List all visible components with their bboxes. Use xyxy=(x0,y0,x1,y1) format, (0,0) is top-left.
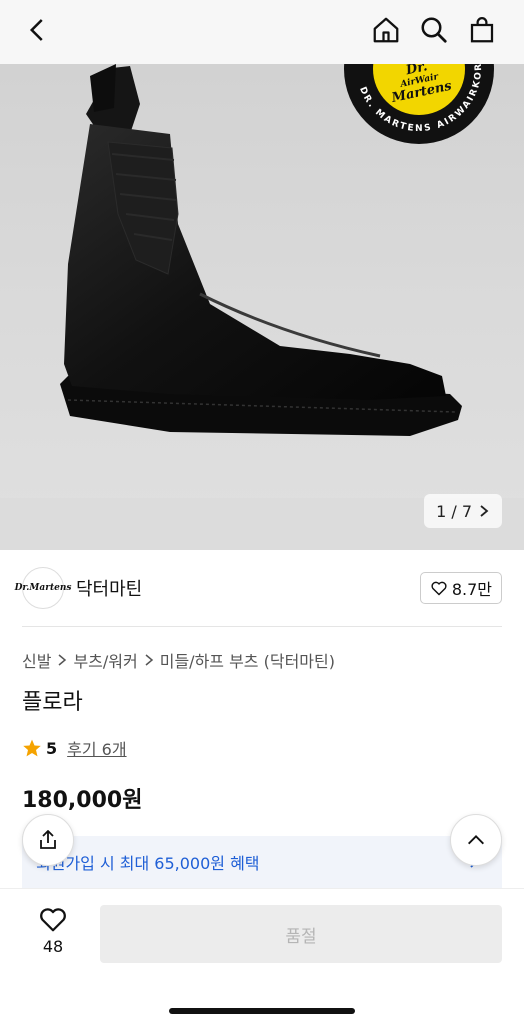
soldout-button[interactable]: 품절 xyxy=(100,905,502,963)
brand-row[interactable]: Dr.Martens 닥터마틴 8.7만 xyxy=(15,566,502,610)
signup-benefit-banner[interactable]: 회원가입 시 최대 65,000원 혜택 xyxy=(22,836,502,888)
home-icon xyxy=(373,17,399,43)
breadcrumb-item-shoes[interactable]: 신발 xyxy=(22,648,51,672)
search-icon xyxy=(421,17,447,43)
product-title: 플로라 xyxy=(22,690,83,715)
chevron-right-icon xyxy=(145,654,153,666)
home-button[interactable] xyxy=(368,12,404,48)
brand-logo: Dr.Martens xyxy=(15,567,71,609)
image-counter[interactable]: 1 / 7 xyxy=(424,494,502,528)
brand-like-count: 8.7만 xyxy=(451,580,492,599)
chevron-right-icon xyxy=(58,654,67,666)
share-button[interactable] xyxy=(22,814,74,866)
rating-row[interactable]: 5 후기 6개 xyxy=(22,736,127,760)
heart-icon xyxy=(40,908,66,932)
scroll-to-top-button[interactable] xyxy=(450,814,502,866)
product-image-carousel[interactable]: DR. MARTENS AIRWAIRKOREA Dr. AirWair Mar… xyxy=(0,64,524,550)
divider xyxy=(22,626,502,627)
shopping-bag-icon xyxy=(470,17,494,43)
image-counter-text: 1 / 7 xyxy=(436,501,472,521)
chevron-left-icon xyxy=(29,19,43,41)
brand-like-button[interactable]: 8.7만 xyxy=(419,572,502,604)
cart-button[interactable] xyxy=(464,12,500,48)
soldout-label: 품절 xyxy=(285,926,317,947)
rating-score: 5 xyxy=(46,738,58,758)
top-nav-bar xyxy=(0,0,524,64)
brand-badge: DR. MARTENS AIRWAIRKOREA Dr. AirWair Mar… xyxy=(344,64,494,144)
wishlist-button[interactable]: 48 xyxy=(22,905,84,956)
reviews-link[interactable]: 후기 6개 xyxy=(67,736,126,760)
product-price: 180,000원 xyxy=(22,788,143,813)
search-button[interactable] xyxy=(416,12,452,48)
chevron-up-icon xyxy=(468,835,484,845)
breadcrumb-item-middle-boots[interactable]: 미들/하프 부츠 (닥터마틴) xyxy=(160,648,335,672)
star-icon xyxy=(23,739,41,757)
home-indicator xyxy=(169,1008,355,1014)
bottom-action-bar: 48 품절 xyxy=(0,888,524,1024)
wishlist-count: 48 xyxy=(42,937,64,956)
share-icon xyxy=(40,830,56,849)
heart-icon xyxy=(431,581,447,596)
back-button[interactable] xyxy=(20,12,56,48)
breadcrumb: 신발 부츠/워커 미들/하프 부츠 (닥터마틴) xyxy=(22,648,335,672)
brand-name[interactable]: 닥터마틴 xyxy=(76,575,142,601)
chevron-right-icon xyxy=(480,505,489,517)
breadcrumb-item-boots[interactable]: 부츠/워커 xyxy=(73,648,137,672)
